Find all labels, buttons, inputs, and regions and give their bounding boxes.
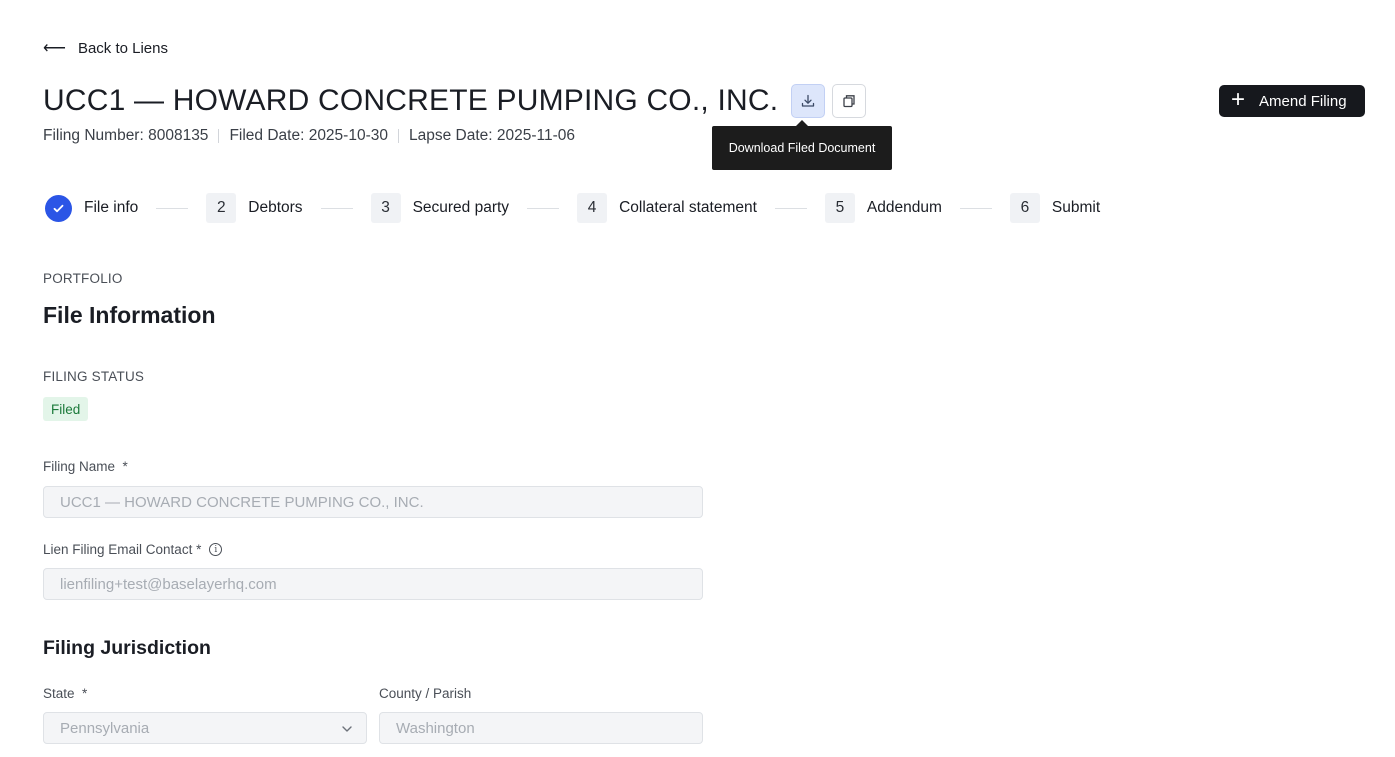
step-number: 6 (1009, 193, 1040, 223)
section-kicker: PORTFOLIO (43, 271, 123, 286)
email-contact-label: Lien Filing Email Contact * i (43, 542, 223, 557)
filing-name-label: Filing Name * (43, 459, 128, 474)
step-number: 4 (577, 193, 608, 223)
filing-name-label-text: Filing Name * (43, 459, 128, 474)
amend-filing-label: Amend Filing (1259, 92, 1347, 110)
status-badge: Filed (43, 397, 89, 421)
download-icon (802, 94, 815, 107)
filing-status-label: FILING STATUS (43, 369, 145, 384)
step-label: Submit (1051, 199, 1101, 216)
state-label: State * (43, 686, 87, 701)
step-label: Collateral statement (619, 199, 757, 216)
step-label: File info (84, 199, 139, 216)
state-label-text: State * (43, 686, 88, 701)
step-connector (774, 207, 807, 209)
step-connector (959, 207, 992, 209)
step-connector (156, 207, 189, 209)
step-number: 2 (206, 193, 237, 223)
title-row: UCC1 — HOWARD CONCRETE PUMPING CO., INC. (43, 84, 867, 118)
filing-meta: Filing Number: 8008135 Filed Date: 2025-… (43, 127, 575, 145)
amend-filing-button[interactable]: + Amend Filing (1219, 85, 1365, 117)
jurisdiction-title: Filing Jurisdiction (43, 637, 211, 659)
step-debtors[interactable]: 2 Debtors (206, 193, 303, 223)
step-collateral-statement[interactable]: 4 Collateral statement (577, 193, 757, 223)
arrow-left-icon: ⟵ (43, 39, 66, 57)
back-to-liens-link[interactable]: ⟵ Back to Liens (43, 40, 168, 57)
filing-number: Filing Number: 8008135 (43, 127, 209, 144)
step-submit[interactable]: 6 Submit (1009, 193, 1101, 223)
email-contact-label-text: Lien Filing Email Contact * (43, 542, 202, 557)
county-label-text: County / Parish (379, 686, 472, 701)
page-title: UCC1 — HOWARD CONCRETE PUMPING CO., INC. (43, 84, 779, 117)
county-label: County / Parish (379, 686, 471, 701)
lapse-date: Lapse Date: 2025-11-06 (408, 127, 576, 144)
step-label: Addendum (866, 199, 942, 216)
step-label: Secured party (412, 199, 510, 216)
info-icon[interactable]: i (209, 543, 223, 556)
step-connector (320, 207, 353, 209)
step-number: 3 (370, 193, 401, 223)
step-number: 5 (824, 193, 855, 223)
copy-icon (843, 95, 855, 108)
email-contact-field[interactable]: lienfiling+test@baselayerhq.com (43, 568, 703, 600)
step-secured-party[interactable]: 3 Secured party (370, 193, 510, 223)
state-select-value: Pennsylvania (60, 719, 150, 737)
section-title: File Information (43, 302, 216, 328)
county-field[interactable]: Washington (379, 712, 703, 744)
copy-button[interactable] (832, 84, 867, 118)
step-label: Debtors (248, 199, 303, 216)
stepper: File info 2 Debtors 3 Secured party 4 Co… (45, 193, 1100, 223)
download-tooltip: Download Filed Document (712, 120, 892, 170)
state-select[interactable]: Pennsylvania (43, 712, 367, 744)
back-link-label: Back to Liens (77, 40, 168, 57)
step-addendum[interactable]: 5 Addendum (824, 193, 942, 223)
check-icon (45, 194, 72, 222)
chevron-down-icon (342, 726, 352, 732)
download-document-button[interactable] (791, 84, 826, 118)
filed-date: Filed Date: 2025-10-30 (229, 127, 388, 144)
meta-divider (218, 129, 220, 143)
filing-name-field[interactable]: UCC1 — HOWARD CONCRETE PUMPING CO., INC. (43, 486, 703, 518)
page: ⟵ Back to Liens UCC1 — HOWARD CONCRETE P… (0, 0, 1395, 757)
step-file-info[interactable]: File info (45, 194, 139, 222)
meta-divider (397, 129, 399, 143)
plus-icon: + (1231, 86, 1246, 113)
step-connector (527, 207, 560, 209)
